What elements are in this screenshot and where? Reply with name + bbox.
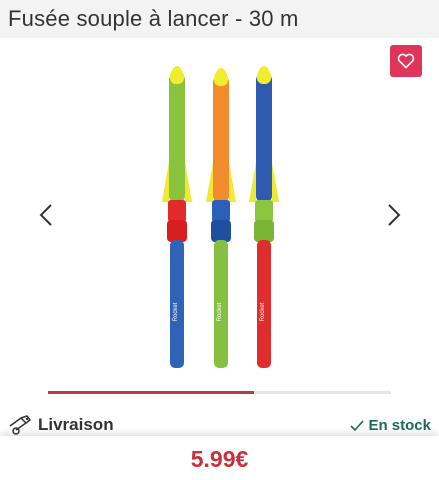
svg-text:Rocket: Rocket <box>173 302 179 321</box>
price-bar: 5.99€ <box>0 436 439 480</box>
svg-text:Rocket: Rocket <box>260 302 266 321</box>
product-image: Rocket Rocket Rocket <box>162 66 279 368</box>
next-image-button[interactable] <box>382 200 406 230</box>
chevron-right-icon <box>388 204 401 226</box>
product-price: 5.99€ <box>190 446 249 472</box>
svg-text:Rocket: Rocket <box>217 302 223 321</box>
heart-icon <box>397 53 415 69</box>
delivery-icon <box>9 415 31 435</box>
gallery-progress <box>48 391 391 394</box>
delivery-label: Livraison <box>38 415 114 434</box>
stock-status: En stock <box>350 417 431 434</box>
rocket-orange: Rocket <box>206 68 236 368</box>
title-bar: Fusée souple à lancer - 30 m <box>0 0 439 38</box>
previous-image-button[interactable] <box>34 200 58 230</box>
check-icon <box>350 419 365 431</box>
chevron-left-icon <box>39 204 52 226</box>
rocket-blue: Rocket <box>249 66 279 368</box>
product-title: Fusée souple à lancer - 30 m <box>8 6 299 31</box>
favorite-button[interactable] <box>390 45 422 77</box>
rocket-green: Rocket <box>162 66 192 368</box>
stock-label: En stock <box>368 417 431 434</box>
gallery-progress-fill <box>48 391 254 394</box>
